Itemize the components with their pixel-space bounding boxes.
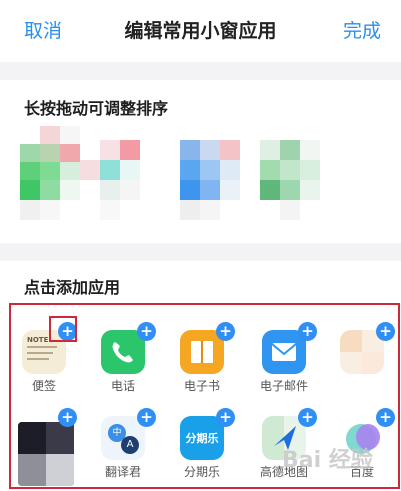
app-ebook[interactable]: + 电子书 [172,320,236,410]
sorted-app-4[interactable] [260,126,322,221]
add-plus-icon[interactable]: + [298,322,317,341]
add-plus-icon[interactable]: + [137,322,156,341]
blurred-app-icon [18,422,74,486]
app-label: 电子书 [183,379,220,393]
fenqile-logo-text: 分期乐 [185,432,219,445]
app-blurred[interactable]: + [14,406,78,491]
app-label: 电话 [110,379,135,393]
add-section-title: 点击添加应用 [24,278,121,297]
add-plus-icon[interactable]: + [298,408,317,427]
app-blurred[interactable]: + [332,320,396,410]
add-plus-icon[interactable]: + [137,408,156,427]
app-translate[interactable]: 中 A + 翻译君 [93,406,157,491]
section-divider [0,62,401,80]
cancel-button[interactable]: 取消 [24,16,62,43]
app-label: 翻译君 [104,465,141,479]
sorted-app-3[interactable] [180,126,242,221]
watermark: Bai 经验 [282,448,373,473]
add-plus-icon[interactable]: + [216,322,235,341]
done-button[interactable]: 完成 [343,16,381,43]
app-fenqile[interactable]: 分期乐 + 分期乐 [172,406,236,491]
app-label: 分期乐 [183,465,220,479]
app-email[interactable]: + 电子邮件 [254,320,318,410]
sorted-app-2[interactable] [80,126,142,221]
app-label: 电子邮件 [259,379,308,393]
add-plus-icon[interactable]: + [216,408,235,427]
sorted-app-1[interactable] [20,126,82,221]
annotation-plus-highlight [49,316,77,342]
section-divider [0,243,401,261]
add-plus-icon[interactable]: + [376,408,395,427]
top-bar: 取消 编辑常用小窗应用 完成 [0,0,401,62]
add-plus-icon[interactable]: + [376,322,395,341]
app-phone[interactable]: + 电话 [93,320,157,410]
app-label: 便签 [31,379,56,393]
sort-section-title: 长按拖动可调整排序 [24,99,169,118]
add-plus-icon[interactable]: + [58,408,77,427]
